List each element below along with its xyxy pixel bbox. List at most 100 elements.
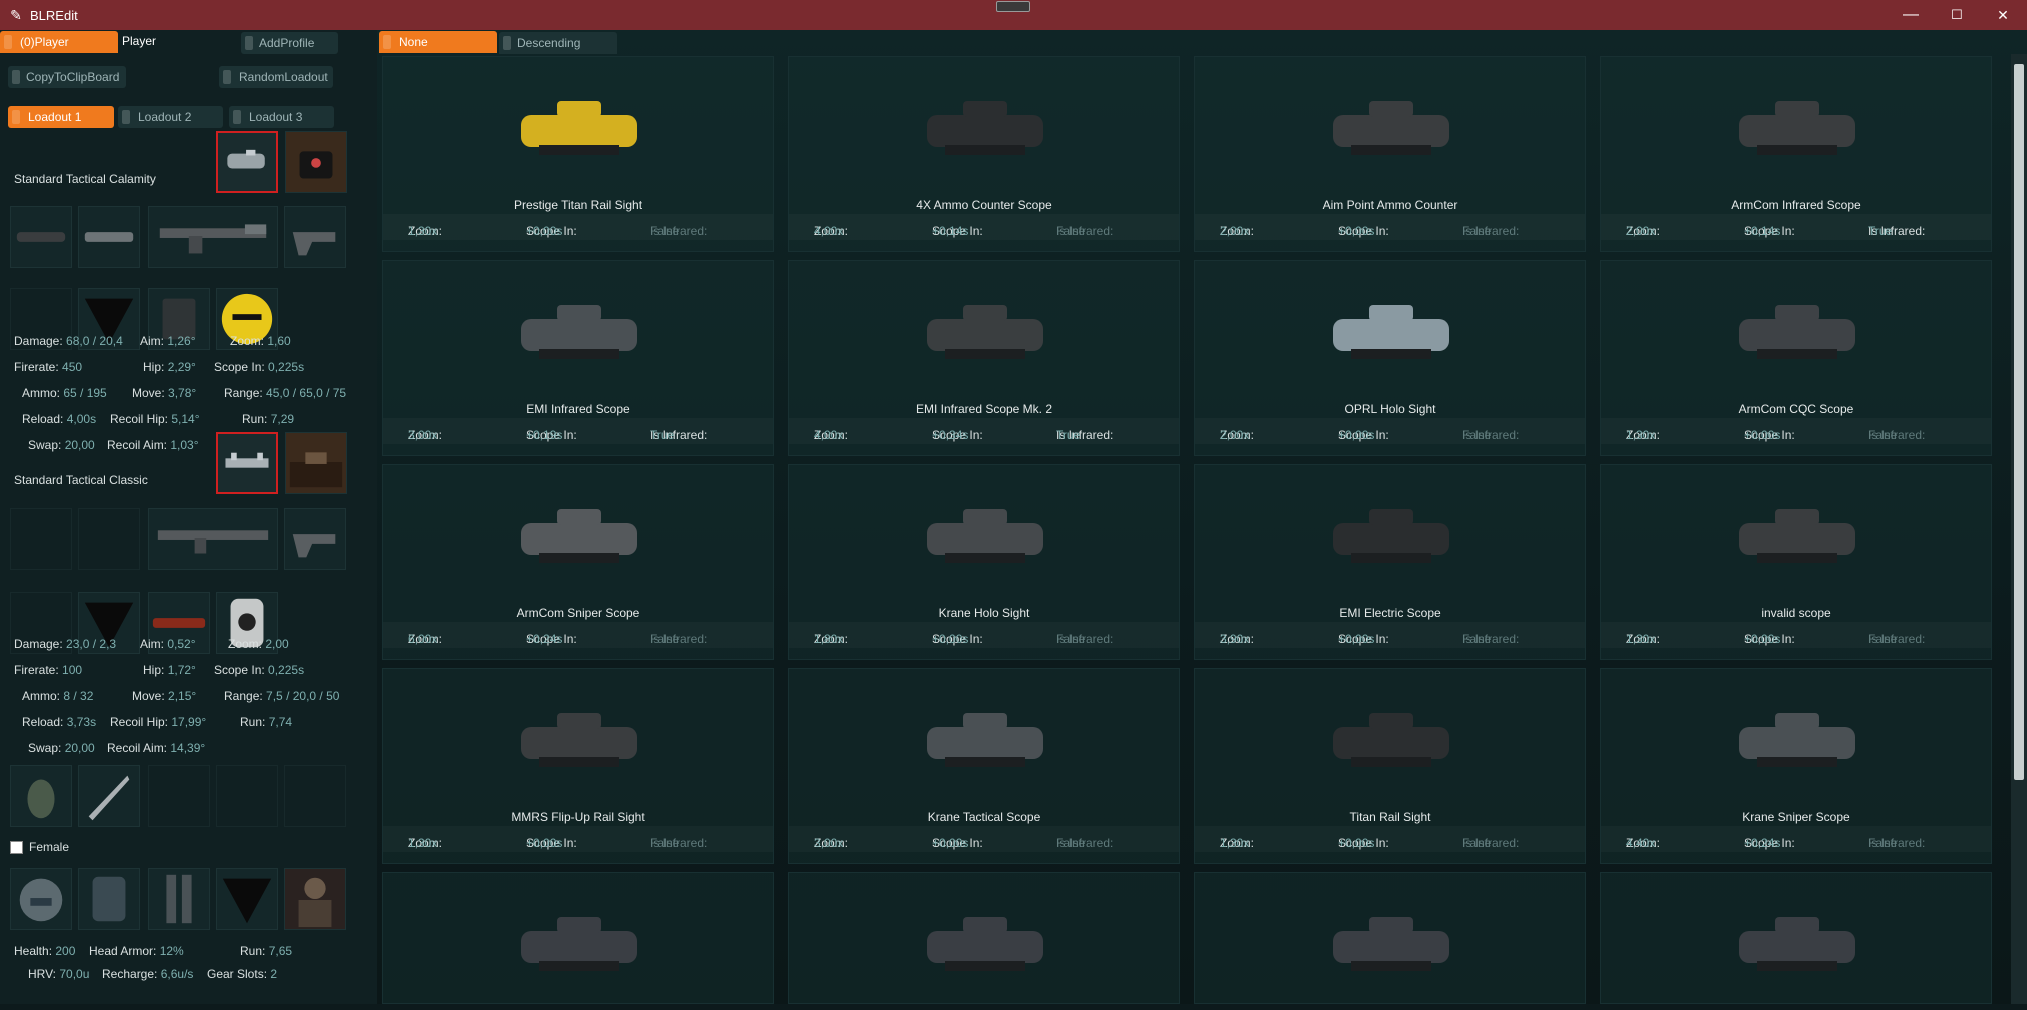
scope-name: Titan Rail Sight: [1349, 810, 1431, 824]
item-list-panel: None Descending Prestige Titan Rail Sigh…: [377, 30, 2027, 1004]
scope-card[interactable]: Krane Sniper Scope Zoom: 4,40x Scope In: +…: [1600, 668, 1992, 864]
secondary-barrel-slot[interactable]: [78, 508, 140, 570]
secondary-stock-slot[interactable]: [284, 508, 346, 570]
scope-name: MMRS Flip-Up Rail Sight: [511, 810, 645, 824]
scope-image: [1311, 71, 1471, 189]
scope-image: [1717, 683, 1877, 801]
scope-attributes: Zoom: 2,00x Scope In: +0,00s Is Infrared: …: [1195, 214, 1585, 240]
scope-card[interactable]: Zoom: Scope In: Is Infrared:: [1194, 872, 1586, 1004]
scope-attributes: Zoom: 3,00x Scope In: +0,00s Is Infrared: …: [789, 826, 1179, 852]
tactical-slot[interactable]: [216, 868, 278, 930]
primary-barrel-slot[interactable]: [78, 206, 140, 268]
copy-to-clipboard-button[interactable]: CopyToClipBoard: [8, 66, 126, 88]
sort-by-dropdown[interactable]: None: [379, 31, 497, 53]
scope-attributes: Zoom: 4,00x Scope In: +0,34s Is Infrared: …: [789, 418, 1179, 444]
scope-image: [499, 275, 659, 393]
scope-card[interactable]: ArmCom Sniper Scope Zoom: 6,00x Scope In: …: [382, 464, 774, 660]
close-button[interactable]: ✕: [1980, 0, 2026, 30]
tab-loadout-2[interactable]: Loadout 2: [118, 106, 223, 128]
secondary-weapon-name: Standard Tactical Classic: [14, 473, 148, 487]
scope-card[interactable]: EMI Electric Scope Zoom: 3,90x Scope In: +…: [1194, 464, 1586, 660]
tab-player-profile[interactable]: (0)Player: [0, 31, 118, 53]
scope-name: EMI Electric Scope: [1339, 606, 1441, 620]
scope-image: [905, 683, 1065, 801]
app-icon: ✎: [10, 6, 22, 23]
scope-card[interactable]: Zoom: Scope In: Is Infrared:: [788, 872, 1180, 1004]
avatar-slot[interactable]: [284, 868, 346, 930]
lower-body-slot[interactable]: [148, 868, 210, 930]
scope-card[interactable]: EMI Infrared Scope Zoom: 3,00x Scope In: +…: [382, 260, 774, 456]
add-profile-button[interactable]: AddProfile: [241, 32, 338, 54]
tab-loadout-1[interactable]: Loadout 1: [8, 106, 114, 128]
scope-image: [499, 683, 659, 801]
scope-attributes: Zoom: 1,30x Scope In: +0,00s Is Infrared: …: [1601, 622, 1991, 648]
scope-image: [1311, 275, 1471, 393]
scope-card[interactable]: Krane Tactical Scope Zoom: 3,00x Scope In:…: [788, 668, 1180, 864]
gadget-slot-3[interactable]: [216, 765, 278, 827]
scope-card[interactable]: MMRS Flip-Up Rail Sight Zoom: 1,30x Scope …: [382, 668, 774, 864]
scope-name: EMI Infrared Scope Mk. 2: [915, 402, 1053, 416]
upper-body-slot[interactable]: [78, 868, 140, 930]
scope-card[interactable]: Zoom: Scope In: Is Infrared:: [1600, 872, 1992, 1004]
scope-card[interactable]: invalid scope Zoom: 1,30x Scope In: +0,00s…: [1600, 464, 1992, 660]
melee-slot[interactable]: [78, 765, 140, 827]
scope-card[interactable]: Aim Point Ammo Counter Zoom: 2,00x Scope I…: [1194, 56, 1586, 252]
scope-name: 4X Ammo Counter Scope: [916, 198, 1052, 212]
scope-attributes: Zoom: 1,30x Scope In: +0,00s Is Infrared: …: [383, 214, 773, 240]
scrollbar[interactable]: [2011, 54, 2027, 1004]
secondary-scope-slot[interactable]: [216, 432, 278, 494]
secondary-receiver-slot[interactable]: [148, 508, 278, 570]
primary-scope-slot[interactable]: [216, 131, 278, 193]
scope-attributes: Zoom: 2,00x Scope In: +0,00s Is Infrared: …: [1195, 418, 1585, 444]
scope-card[interactable]: Prestige Titan Rail Sight Zoom: 1,30x Scop…: [382, 56, 774, 252]
scope-card[interactable]: ArmCom CQC Scope Zoom: 1,30x Scope In: +0,…: [1600, 260, 1992, 456]
scope-name: Aim Point Ammo Counter: [1322, 198, 1458, 212]
secondary-muzzle-slot[interactable]: [10, 508, 72, 570]
scope-card[interactable]: Krane Holo Sight Zoom: 1,80x Scope In: +0,…: [788, 464, 1180, 660]
scope-image: [905, 275, 1065, 393]
scrollbar-thumb[interactable]: [2014, 64, 2024, 780]
scope-card[interactable]: Zoom: Scope In: Is Infrared:: [382, 872, 774, 1004]
scope-attributes: Zoom: 6,00x Scope In: +0,24s Is Infrared: …: [383, 622, 773, 648]
scope-card[interactable]: EMI Infrared Scope Mk. 2 Zoom: 4,00x Scope…: [788, 260, 1180, 456]
title-bar: ✎ BLREdit — ☐ ✕: [0, 0, 2027, 30]
gadget-slot-2[interactable]: [148, 765, 210, 827]
scope-name: Krane Sniper Scope: [1742, 810, 1850, 824]
scope-attributes: Zoom: 4,40x Scope In: +0,24s Is Infrared: …: [1601, 826, 1991, 852]
tab-loadout-3[interactable]: Loadout 3: [229, 106, 334, 128]
scope-name: OPRL Holo Sight: [1344, 402, 1436, 416]
scope-image: [1717, 887, 1877, 1005]
primary-stock-slot[interactable]: [284, 206, 346, 268]
loadout-panel: (0)Player Player AddProfile CopyToClipBo…: [0, 30, 377, 1004]
scope-card[interactable]: ArmCom Infrared Scope Zoom: 2,00x Scope In…: [1600, 56, 1992, 252]
scope-image: [1717, 479, 1877, 597]
primary-muzzle-slot[interactable]: [10, 206, 72, 268]
random-loadout-button[interactable]: RandomLoadout: [219, 66, 333, 88]
primary-receiver-slot[interactable]: [148, 206, 278, 268]
scope-name: Krane Holo Sight: [938, 606, 1030, 620]
scope-image: [1311, 887, 1471, 1005]
scope-image: [499, 479, 659, 597]
scope-image: [905, 479, 1065, 597]
sort-order-dropdown[interactable]: Descending: [499, 32, 617, 54]
minimize-button[interactable]: —: [1888, 0, 1934, 30]
scope-card[interactable]: 4X Ammo Counter Scope Zoom: 4,00x Scope In…: [788, 56, 1180, 252]
scope-image: [1311, 683, 1471, 801]
scope-image: [1311, 479, 1471, 597]
scope-card[interactable]: OPRL Holo Sight Zoom: 2,00x Scope In: +0,0…: [1194, 260, 1586, 456]
gadget-slot-1[interactable]: [10, 765, 72, 827]
scope-name: Krane Tactical Scope: [927, 810, 1041, 824]
drag-grip[interactable]: [996, 1, 1030, 12]
scope-name: invalid scope: [1761, 606, 1831, 620]
scope-name: Prestige Titan Rail Sight: [513, 198, 643, 212]
primary-scope-preview: [285, 131, 347, 193]
gadget-slot-4[interactable]: [284, 765, 346, 827]
scope-attributes: Zoom: 1,30x Scope In: +0,00s Is Infrared: …: [1601, 418, 1991, 444]
window-title: BLREdit: [30, 7, 78, 23]
scope-card[interactable]: Titan Rail Sight Zoom: 1,30x Scope In: +0,…: [1194, 668, 1586, 864]
female-checkbox[interactable]: [10, 841, 23, 854]
scope-attributes: Zoom: 4,00x Scope In: +0,14s Is Infrared: …: [789, 214, 1179, 240]
maximize-button[interactable]: ☐: [1934, 0, 1980, 30]
scope-image: [499, 71, 659, 189]
helmet-slot[interactable]: [10, 868, 72, 930]
